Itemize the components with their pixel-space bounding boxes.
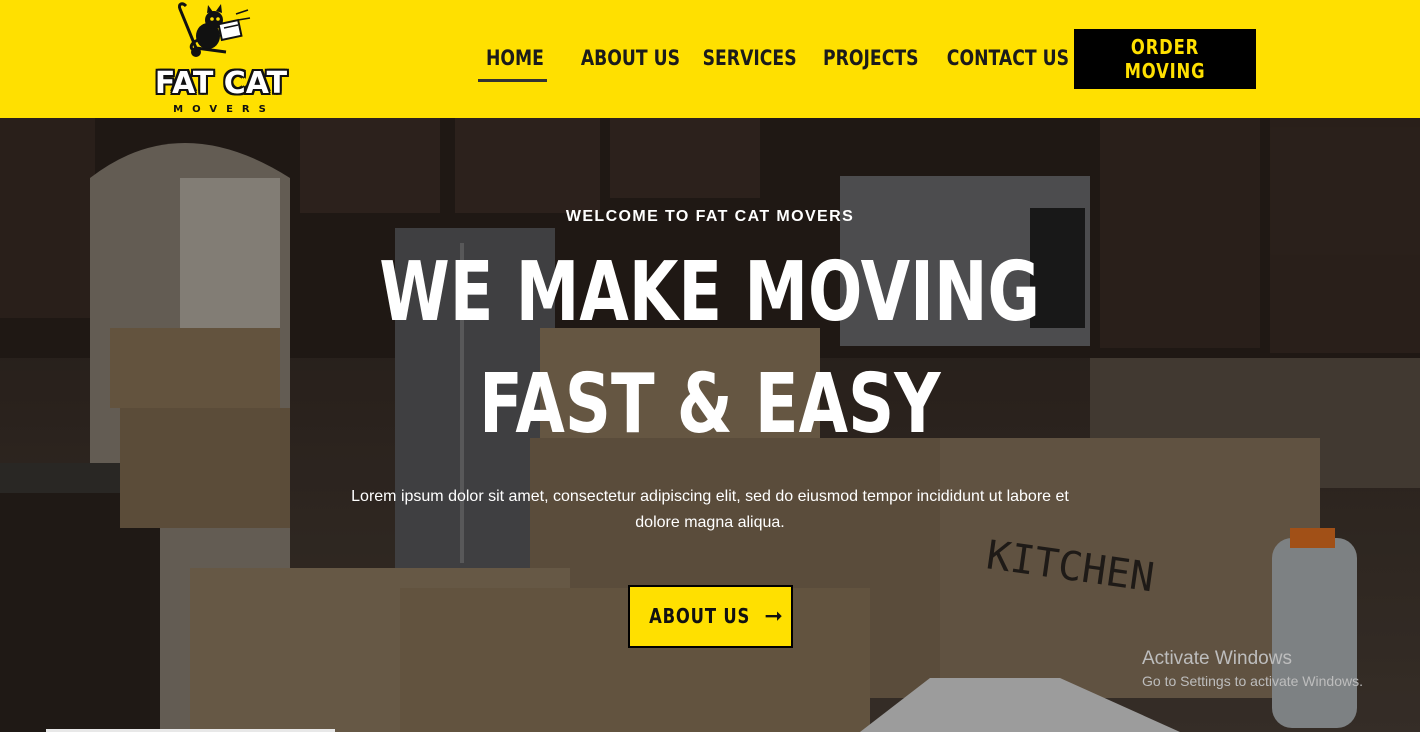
windows-activation-watermark: Activate Windows Go to Settings to activ… — [1142, 648, 1363, 691]
nav-home[interactable]: HOME — [486, 40, 544, 76]
about-us-button[interactable]: ABOUT US ➞ — [628, 585, 793, 648]
site-header: FAT CAT MOVERS HOME ABOUT US SERVICES PR… — [0, 0, 1420, 118]
hero-kicker: WELCOME TO FAT CAT MOVERS — [565, 208, 855, 225]
hero-description: Lorem ipsum dolor sit amet, consectetur … — [351, 488, 1069, 531]
nav-projects[interactable]: PROJECTS — [823, 40, 918, 76]
hero-headline-line1: WE MAKE MOVING — [379, 245, 1041, 340]
logo-title: FAT CAT — [154, 66, 288, 101]
hero-headline-line2: FAST & EASY — [479, 357, 941, 452]
about-us-button-label: ABOUT US — [649, 604, 751, 628]
logo-subtitle: MOVERS — [173, 104, 275, 115]
order-moving-button[interactable]: ORDER MOVING — [1074, 29, 1256, 89]
watermark-title: Activate Windows — [1142, 648, 1292, 669]
hero-section: KITCHEN WELCOME TO FAT CAT MOVERS WE MAK… — [0, 118, 1420, 732]
nav-contact-us[interactable]: CONTACT US — [947, 40, 1069, 76]
order-moving-label: ORDER MOVING — [1124, 35, 1206, 83]
nav-active-indicator — [478, 79, 547, 82]
logo[interactable]: FAT CAT MOVERS — [144, 0, 296, 118]
watermark-subtitle: Go to Settings to activate Windows. — [1142, 673, 1363, 689]
arrow-right-icon: ➞ — [764, 604, 783, 629]
nav-about-us[interactable]: ABOUT US — [581, 40, 680, 76]
nav-services[interactable]: SERVICES — [703, 40, 797, 76]
